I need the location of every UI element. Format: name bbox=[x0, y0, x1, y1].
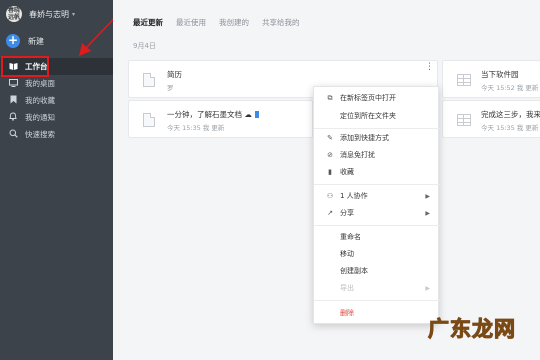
workspace-logo: 春晓 远帆 bbox=[6, 6, 22, 22]
tab-bar: 最近更新 最近使用 我创建的 共享给我的 bbox=[133, 17, 300, 28]
menu-item-label: 分享 bbox=[340, 209, 354, 217]
people-icon: ⚇ bbox=[326, 192, 334, 200]
menu-item-duplicate[interactable]: 创建副本 bbox=[314, 264, 440, 278]
menu-divider bbox=[314, 225, 440, 226]
card-title: 简历 bbox=[167, 70, 182, 79]
mute-icon: ⊘ bbox=[327, 151, 333, 159]
watermark-text: 广东龙网 bbox=[428, 317, 516, 342]
card-subtitle: 今天 15:35 我 更新 bbox=[167, 124, 225, 132]
menu-item-label: 收藏 bbox=[340, 168, 354, 176]
menu-item-label: 重命名 bbox=[340, 233, 361, 241]
menu-item-label: 1 人协作 bbox=[340, 192, 368, 200]
menu-item-label: 移动 bbox=[340, 250, 354, 258]
submenu-arrow-icon: ▶ bbox=[425, 192, 430, 200]
workspace-name: 春娇与志明 bbox=[29, 9, 69, 19]
menu-divider bbox=[314, 128, 440, 129]
menu-item-add-shortcut[interactable]: ✎ 添加到快捷方式 bbox=[314, 131, 440, 145]
menu-item-locate-folder[interactable]: 定位到所在文件夹 bbox=[314, 109, 440, 123]
tab-recent-updated[interactable]: 最近更新 bbox=[133, 17, 163, 28]
menu-item-share[interactable]: ↗ 分享 ▶ bbox=[314, 206, 440, 220]
card-title: 一分钟，了解石墨文档 ☁ bbox=[167, 109, 259, 120]
date-group-label: 9月4日 bbox=[133, 42, 156, 50]
spreadsheet-icon bbox=[457, 74, 471, 86]
bookmark-icon bbox=[254, 111, 259, 118]
submenu-arrow-icon: ▶ bbox=[425, 209, 430, 217]
sidebar-item-notifications[interactable]: 我的通知 bbox=[0, 109, 113, 126]
context-menu: ⧉ 在新标签页中打开 定位到所在文件夹 ✎ 添加到快捷方式 ⊘ 消息免打扰 ▮ 收藏 ⚇… bbox=[313, 86, 440, 324]
plus-icon: + bbox=[6, 33, 20, 48]
sidebar-item-label: 我的桌面 bbox=[25, 79, 55, 88]
open-new-tab-icon: ⧉ bbox=[327, 93, 333, 102]
spreadsheet-icon bbox=[457, 114, 471, 126]
new-label: 新建 bbox=[28, 36, 44, 46]
menu-item-export[interactable]: 导出 ▶ bbox=[314, 281, 440, 295]
menu-item-delete[interactable]: 删除 bbox=[314, 306, 440, 320]
menu-item-label: 删除 bbox=[340, 309, 354, 317]
highlight-box bbox=[1, 56, 49, 77]
menu-item-label: 在新标签页中打开 bbox=[340, 94, 396, 102]
menu-item-mute[interactable]: ⊘ 消息免打扰 bbox=[314, 148, 440, 162]
sidebar: 春晓 远帆 春娇与志明 ▾ + 新建 工作台 我的桌面 我的收藏 我的通知 快速… bbox=[0, 0, 113, 360]
submenu-arrow-icon: ▶ bbox=[425, 284, 430, 292]
card-title: 当下软件园 bbox=[481, 70, 519, 79]
document-icon bbox=[143, 73, 155, 87]
card-title: 完成这三步，我来学 bbox=[481, 110, 540, 119]
document-icon bbox=[143, 113, 155, 127]
menu-item-label: 导出 bbox=[340, 284, 354, 292]
chevron-down-icon: ▾ bbox=[72, 10, 76, 18]
tab-shared-with-me[interactable]: 共享给我的 bbox=[262, 17, 300, 28]
menu-item-label: 添加到快捷方式 bbox=[340, 134, 389, 142]
tab-recent-used[interactable]: 最近使用 bbox=[176, 17, 206, 28]
menu-item-favorite[interactable]: ▮ 收藏 bbox=[314, 165, 440, 179]
card-subtitle: 罗 bbox=[167, 84, 174, 92]
card-subtitle: 今天 15:35 我 更新 bbox=[481, 124, 539, 132]
share-icon: ↗ bbox=[327, 209, 333, 217]
file-card[interactable]: 当下软件园 今天 15:52 我 更新 bbox=[442, 60, 540, 98]
desktop-icon bbox=[8, 78, 18, 89]
pin-icon: ✎ bbox=[327, 134, 333, 142]
menu-item-rename[interactable]: 重命名 bbox=[314, 230, 440, 244]
tab-created-by-me[interactable]: 我创建的 bbox=[219, 17, 249, 28]
bookmark-icon: ▮ bbox=[328, 168, 332, 176]
search-icon bbox=[8, 129, 18, 140]
menu-item-open-new-tab[interactable]: ⧉ 在新标签页中打开 bbox=[314, 91, 440, 105]
workspace-switcher[interactable]: 春晓 远帆 春娇与志明 ▾ bbox=[6, 6, 75, 22]
new-button[interactable]: + 新建 bbox=[6, 34, 44, 48]
bookmark-icon bbox=[8, 95, 18, 106]
sidebar-item-label: 快速搜索 bbox=[25, 130, 55, 139]
menu-item-label: 消息免打扰 bbox=[340, 151, 375, 159]
more-options-icon[interactable]: ⋮ bbox=[425, 62, 434, 72]
sidebar-item-label: 我的收藏 bbox=[25, 96, 55, 105]
sidebar-item-desktop[interactable]: 我的桌面 bbox=[0, 75, 113, 92]
file-card[interactable]: 完成这三步，我来学 今天 15:35 我 更新 bbox=[442, 100, 540, 138]
menu-divider bbox=[314, 300, 440, 301]
menu-item-label: 创建副本 bbox=[340, 267, 368, 275]
file-card[interactable]: 一分钟，了解石墨文档 ☁ 今天 15:35 我 更新 bbox=[128, 100, 313, 138]
cloud-icon: ☁ bbox=[242, 110, 252, 119]
sidebar-item-quick-search[interactable]: 快速搜索 bbox=[0, 126, 113, 143]
sidebar-item-label: 我的通知 bbox=[25, 113, 55, 122]
menu-item-collaborators[interactable]: ⚇ 1 人协作 ▶ bbox=[314, 189, 440, 203]
menu-item-move[interactable]: 移动 bbox=[314, 247, 440, 261]
menu-item-label: 定位到所在文件夹 bbox=[340, 112, 396, 120]
sidebar-item-favorites[interactable]: 我的收藏 bbox=[0, 92, 113, 109]
card-subtitle: 今天 15:52 我 更新 bbox=[481, 84, 539, 92]
menu-divider bbox=[314, 184, 440, 185]
bell-icon bbox=[8, 112, 18, 123]
